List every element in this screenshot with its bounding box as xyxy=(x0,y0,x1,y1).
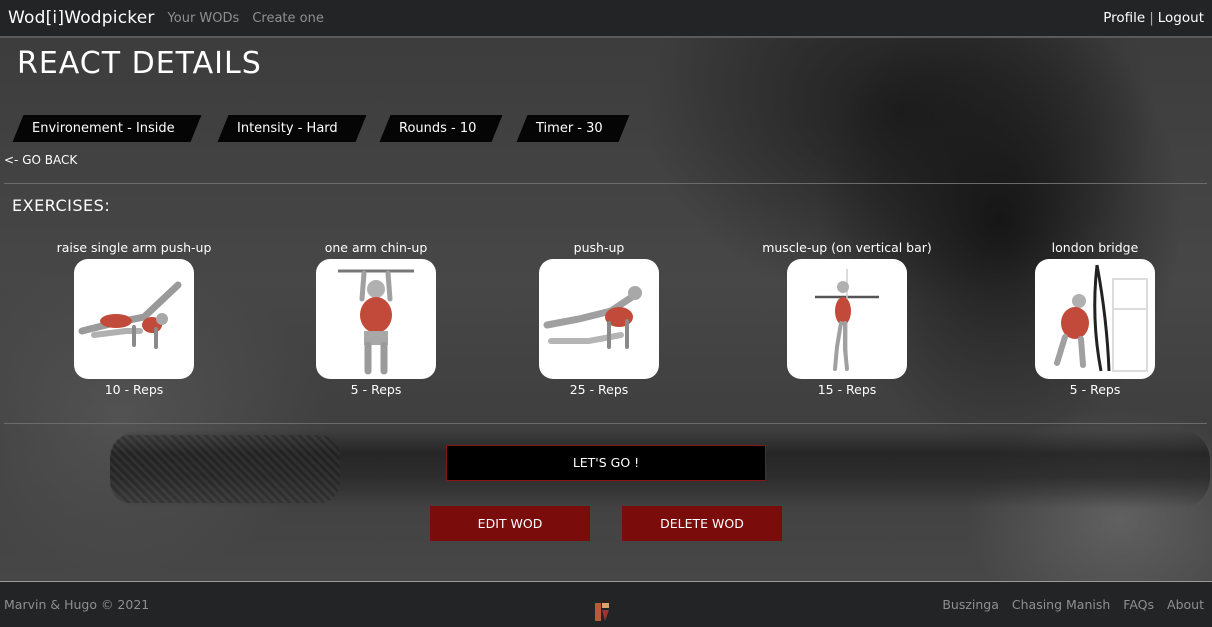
copyright-text: Marvin & Hugo © 2021 xyxy=(4,597,150,612)
exercise-reps: 5 - Reps xyxy=(1069,382,1121,397)
exercise-card[interactable]: push-up 25 - Reps xyxy=(479,240,719,397)
footer-links: Buszinga Chasing Manish FAQs About xyxy=(942,597,1208,612)
edit-wod-button[interactable]: EDIT WOD xyxy=(430,506,590,541)
tag-environment: Environement - Inside xyxy=(12,115,202,142)
exercise-card[interactable]: muscle-up (on vertical bar) 15 - Reps xyxy=(727,240,967,397)
muscle-up-figure-icon xyxy=(787,259,907,379)
push-up-figure-icon xyxy=(539,259,659,379)
exercise-reps: 10 - Reps xyxy=(104,382,164,397)
exercise-card[interactable]: london bridge 5 - Reps xyxy=(975,240,1212,397)
exercise-reps: 15 - Reps xyxy=(817,382,877,397)
footer-link-chasing-manish[interactable]: Chasing Manish xyxy=(1012,597,1110,612)
nav-link-your-wods[interactable]: Your WODs xyxy=(168,11,240,26)
nav-link-create-one[interactable]: Create one xyxy=(252,11,324,26)
tag-rounds: Rounds - 10 xyxy=(379,115,503,142)
page-title: REACT DETAILS xyxy=(17,46,262,81)
footer-logo-icon xyxy=(593,601,611,623)
exercise-card[interactable]: raise single arm push-up 10 - Reps xyxy=(14,240,254,397)
tag-intensity: Intensity - Hard xyxy=(217,115,367,142)
exercise-name: one arm chin-up xyxy=(324,240,428,255)
divider xyxy=(4,183,1207,184)
exercise-name: muscle-up (on vertical bar) xyxy=(762,240,932,255)
chin-up-figure-icon xyxy=(316,259,436,379)
footer-link-about[interactable]: About xyxy=(1167,597,1204,612)
brand-logo[interactable]: Wod[i]Wodpicker xyxy=(8,8,155,28)
profile-link[interactable]: Profile xyxy=(1103,10,1145,26)
push-up-figure-icon xyxy=(74,259,194,379)
exercise-name: london bridge xyxy=(1051,240,1139,255)
rope-figure-icon xyxy=(1035,259,1155,379)
navbar: Wod[i]Wodpicker Your WODs Create one Pro… xyxy=(0,0,1212,38)
go-back-link[interactable]: <- GO BACK xyxy=(4,153,77,167)
footer: Marvin & Hugo © 2021 Buszinga Chasing Ma… xyxy=(0,581,1212,627)
tag-timer: Timer - 30 xyxy=(516,115,630,142)
logout-link[interactable]: Logout xyxy=(1158,10,1204,26)
footer-link-buszinga[interactable]: Buszinga xyxy=(942,597,999,612)
exercise-reps: 5 - Reps xyxy=(350,382,402,397)
nav-user-menu: Profile | Logout xyxy=(1103,10,1204,26)
lets-go-button[interactable]: LET'S GO ! xyxy=(446,445,766,481)
exercises-heading: EXERCISES: xyxy=(12,196,111,215)
divider xyxy=(4,423,1207,424)
nav-separator: | xyxy=(1149,10,1154,26)
footer-link-faqs[interactable]: FAQs xyxy=(1123,597,1154,612)
exercise-card[interactable]: one arm chin-up 5 - Reps xyxy=(256,240,496,397)
exercise-reps: 25 - Reps xyxy=(569,382,629,397)
exercise-name: push-up xyxy=(573,240,625,255)
delete-wod-button[interactable]: DELETE WOD xyxy=(622,506,782,541)
exercise-name: raise single arm push-up xyxy=(56,240,212,255)
background-barbell-grip xyxy=(110,435,340,503)
